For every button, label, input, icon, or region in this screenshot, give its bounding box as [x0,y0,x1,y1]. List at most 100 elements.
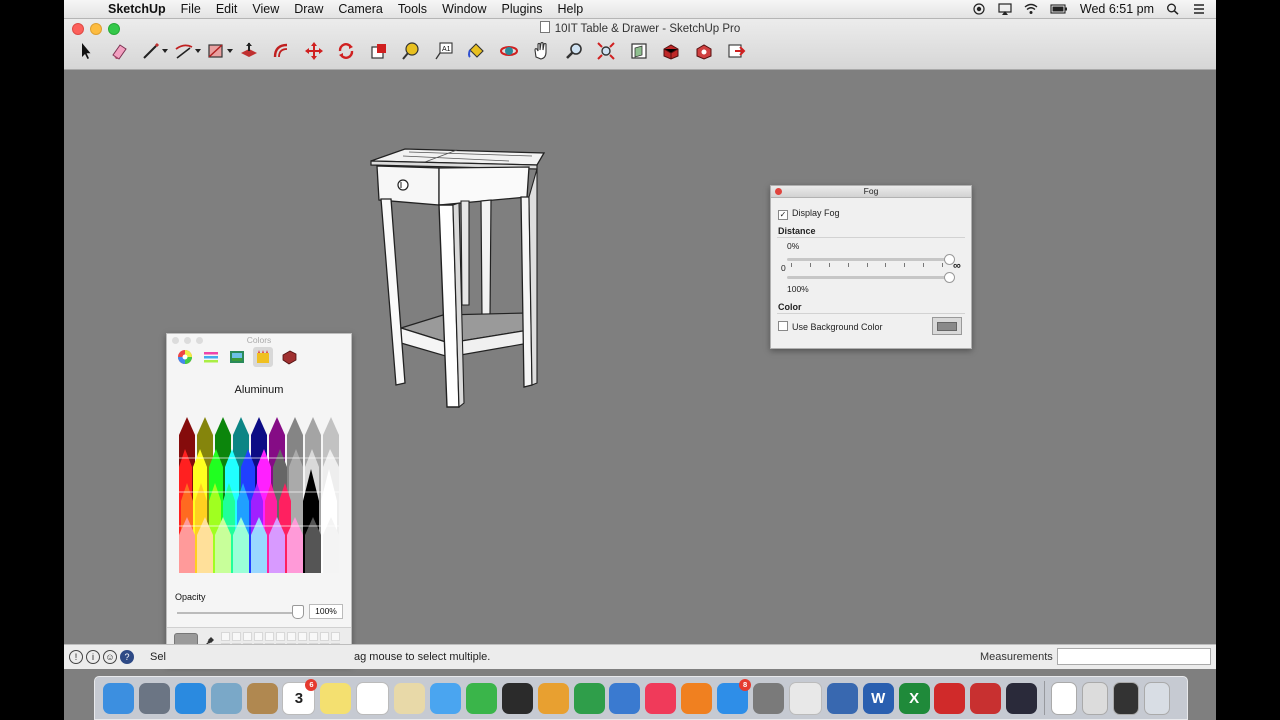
crayon-grid[interactable] [179,417,339,573]
colors-minimize-button[interactable] [184,337,191,344]
menu-plugins[interactable]: Plugins [502,2,543,16]
dock-excel-icon[interactable]: X [898,682,930,714]
crayons-tab-icon[interactable] [253,347,273,367]
colors-zoom-button[interactable] [196,337,203,344]
menu-edit[interactable]: Edit [216,2,238,16]
table-model[interactable] [369,145,549,415]
spotlight-icon[interactable] [1166,3,1180,15]
menu-view[interactable]: View [252,2,279,16]
dock-keynote-icon[interactable] [609,682,641,714]
dock-safari-icon[interactable] [174,682,206,714]
airplay-icon[interactable] [998,3,1012,15]
dock-ibooks-icon[interactable] [681,682,713,714]
push-pull-tool-icon[interactable] [235,39,263,63]
tape-measure-tool-icon[interactable] [397,39,425,63]
fog-panel-close-button[interactable] [775,188,782,195]
dock-word-icon[interactable]: W [862,682,894,714]
dock-finder-icon[interactable] [103,682,134,714]
extension-warehouse-tool-icon[interactable] [690,39,718,63]
rotate-tool-icon[interactable] [332,39,360,63]
dock-pages-icon[interactable] [537,682,569,714]
dock-screenshot-icon[interactable] [1082,681,1109,715]
credits-icon[interactable]: i [86,650,100,664]
help-icon[interactable]: ? [120,650,134,664]
color-sliders-tab-icon[interactable] [201,347,221,367]
display-fog-checkbox[interactable]: ✓ [778,210,788,220]
scale-tool-icon[interactable] [365,39,393,63]
fog-end-slider[interactable] [787,276,949,279]
dock-sketchup-icon[interactable] [934,682,966,714]
previous-view-tool-icon[interactable] [625,39,653,63]
color-palettes-tab-icon[interactable] [227,347,247,367]
pan-tool-icon[interactable] [527,39,555,63]
colors-close-button[interactable] [172,337,179,344]
notification-center-icon[interactable] [1192,3,1206,15]
line-tool-icon[interactable] [137,39,168,63]
layout-tool-icon[interactable] [722,39,750,63]
dock-layout-icon[interactable] [970,682,1002,714]
menu-tools[interactable]: Tools [398,2,427,16]
measurements-input[interactable] [1057,648,1211,665]
menu-draw[interactable]: Draw [294,2,323,16]
dock-terminal-icon[interactable] [1112,681,1139,715]
dock-messages-icon[interactable] [430,682,462,714]
paint-bucket-tool-icon[interactable] [462,39,490,63]
fog-panel-titlebar[interactable]: Fog [771,186,971,198]
move-tool-icon[interactable] [300,39,328,63]
dock-calendar-icon[interactable]: 36 [282,678,318,715]
dock-document-icon[interactable] [1051,681,1078,715]
image-palette-tab-icon[interactable] [279,347,299,367]
use-bg-color-row[interactable]: Use Background Color [778,321,883,332]
menubar-clock[interactable]: Wed 6:51 pm [1080,2,1154,16]
dock-itunes-icon[interactable] [645,682,677,714]
menu-file[interactable]: File [181,2,201,16]
opacity-input[interactable]: 100% [309,604,343,619]
drawing-viewport[interactable]: Fog ✓ Display Fog Distance 0% 0 ∞ 100% Co… [64,70,1216,665]
dock-quicktime-icon[interactable] [1006,682,1038,714]
colors-panel-titlebar[interactable]: Colors [167,334,351,346]
dock-facetime-icon[interactable] [465,682,497,714]
color-wheel-tab-icon[interactable] [175,347,195,367]
dock-trash-icon[interactable] [1143,681,1170,715]
dock-numbers-icon[interactable] [573,682,605,714]
opacity-slider-knob[interactable] [292,605,304,619]
fog-end-slider-knob[interactable] [944,272,955,283]
fog-color-swatch[interactable] [932,317,962,335]
shapes-tool-icon[interactable] [202,39,233,63]
dock-app-store-icon[interactable]: 8 [717,678,752,714]
dock-reminders-icon[interactable] [356,681,390,715]
fog-start-slider[interactable] [787,258,949,261]
battery-icon[interactable] [1050,3,1068,15]
text-tool-icon[interactable]: A1 [430,39,458,63]
dock-chrome-icon[interactable] [788,681,822,715]
crayon-box[interactable] [179,417,341,573]
zoom-extents-tool-icon[interactable] [592,39,620,63]
arc-tool-icon[interactable] [170,39,201,63]
measurements-label: Measurements [980,651,1053,663]
opacity-slider[interactable] [177,612,297,614]
menu-window[interactable]: Window [442,2,486,16]
display-fog-row[interactable]: ✓ Display Fog [778,208,840,220]
dock-system-preferences-icon[interactable] [753,682,785,714]
eraser-tool-icon[interactable] [105,39,133,63]
dock-preview-icon[interactable] [210,682,242,714]
dock-contacts-icon[interactable] [246,682,278,714]
dock-virtualbox-icon[interactable] [826,682,858,714]
dock-launchpad-icon[interactable] [138,682,170,714]
dock-preview-photos-icon[interactable] [394,682,426,714]
user-icon[interactable]: ☺ [103,650,117,664]
wifi-icon[interactable] [1024,3,1038,15]
menu-help[interactable]: Help [558,2,584,16]
warehouse-tool-icon[interactable] [657,39,685,63]
select-tool-icon[interactable] [72,39,100,63]
screen-record-icon[interactable] [972,3,986,15]
geolocation-icon[interactable]: ! [69,650,83,664]
dock-notes-icon[interactable] [320,682,352,714]
offset-tool-icon[interactable] [267,39,295,63]
orbit-tool-icon[interactable] [495,39,523,63]
dock-photo-booth-icon[interactable] [501,682,533,714]
menu-sketchup[interactable]: SketchUp [108,2,166,16]
menu-camera[interactable]: Camera [338,2,382,16]
zoom-tool-icon[interactable] [560,39,588,63]
use-bg-color-checkbox[interactable] [778,321,788,331]
